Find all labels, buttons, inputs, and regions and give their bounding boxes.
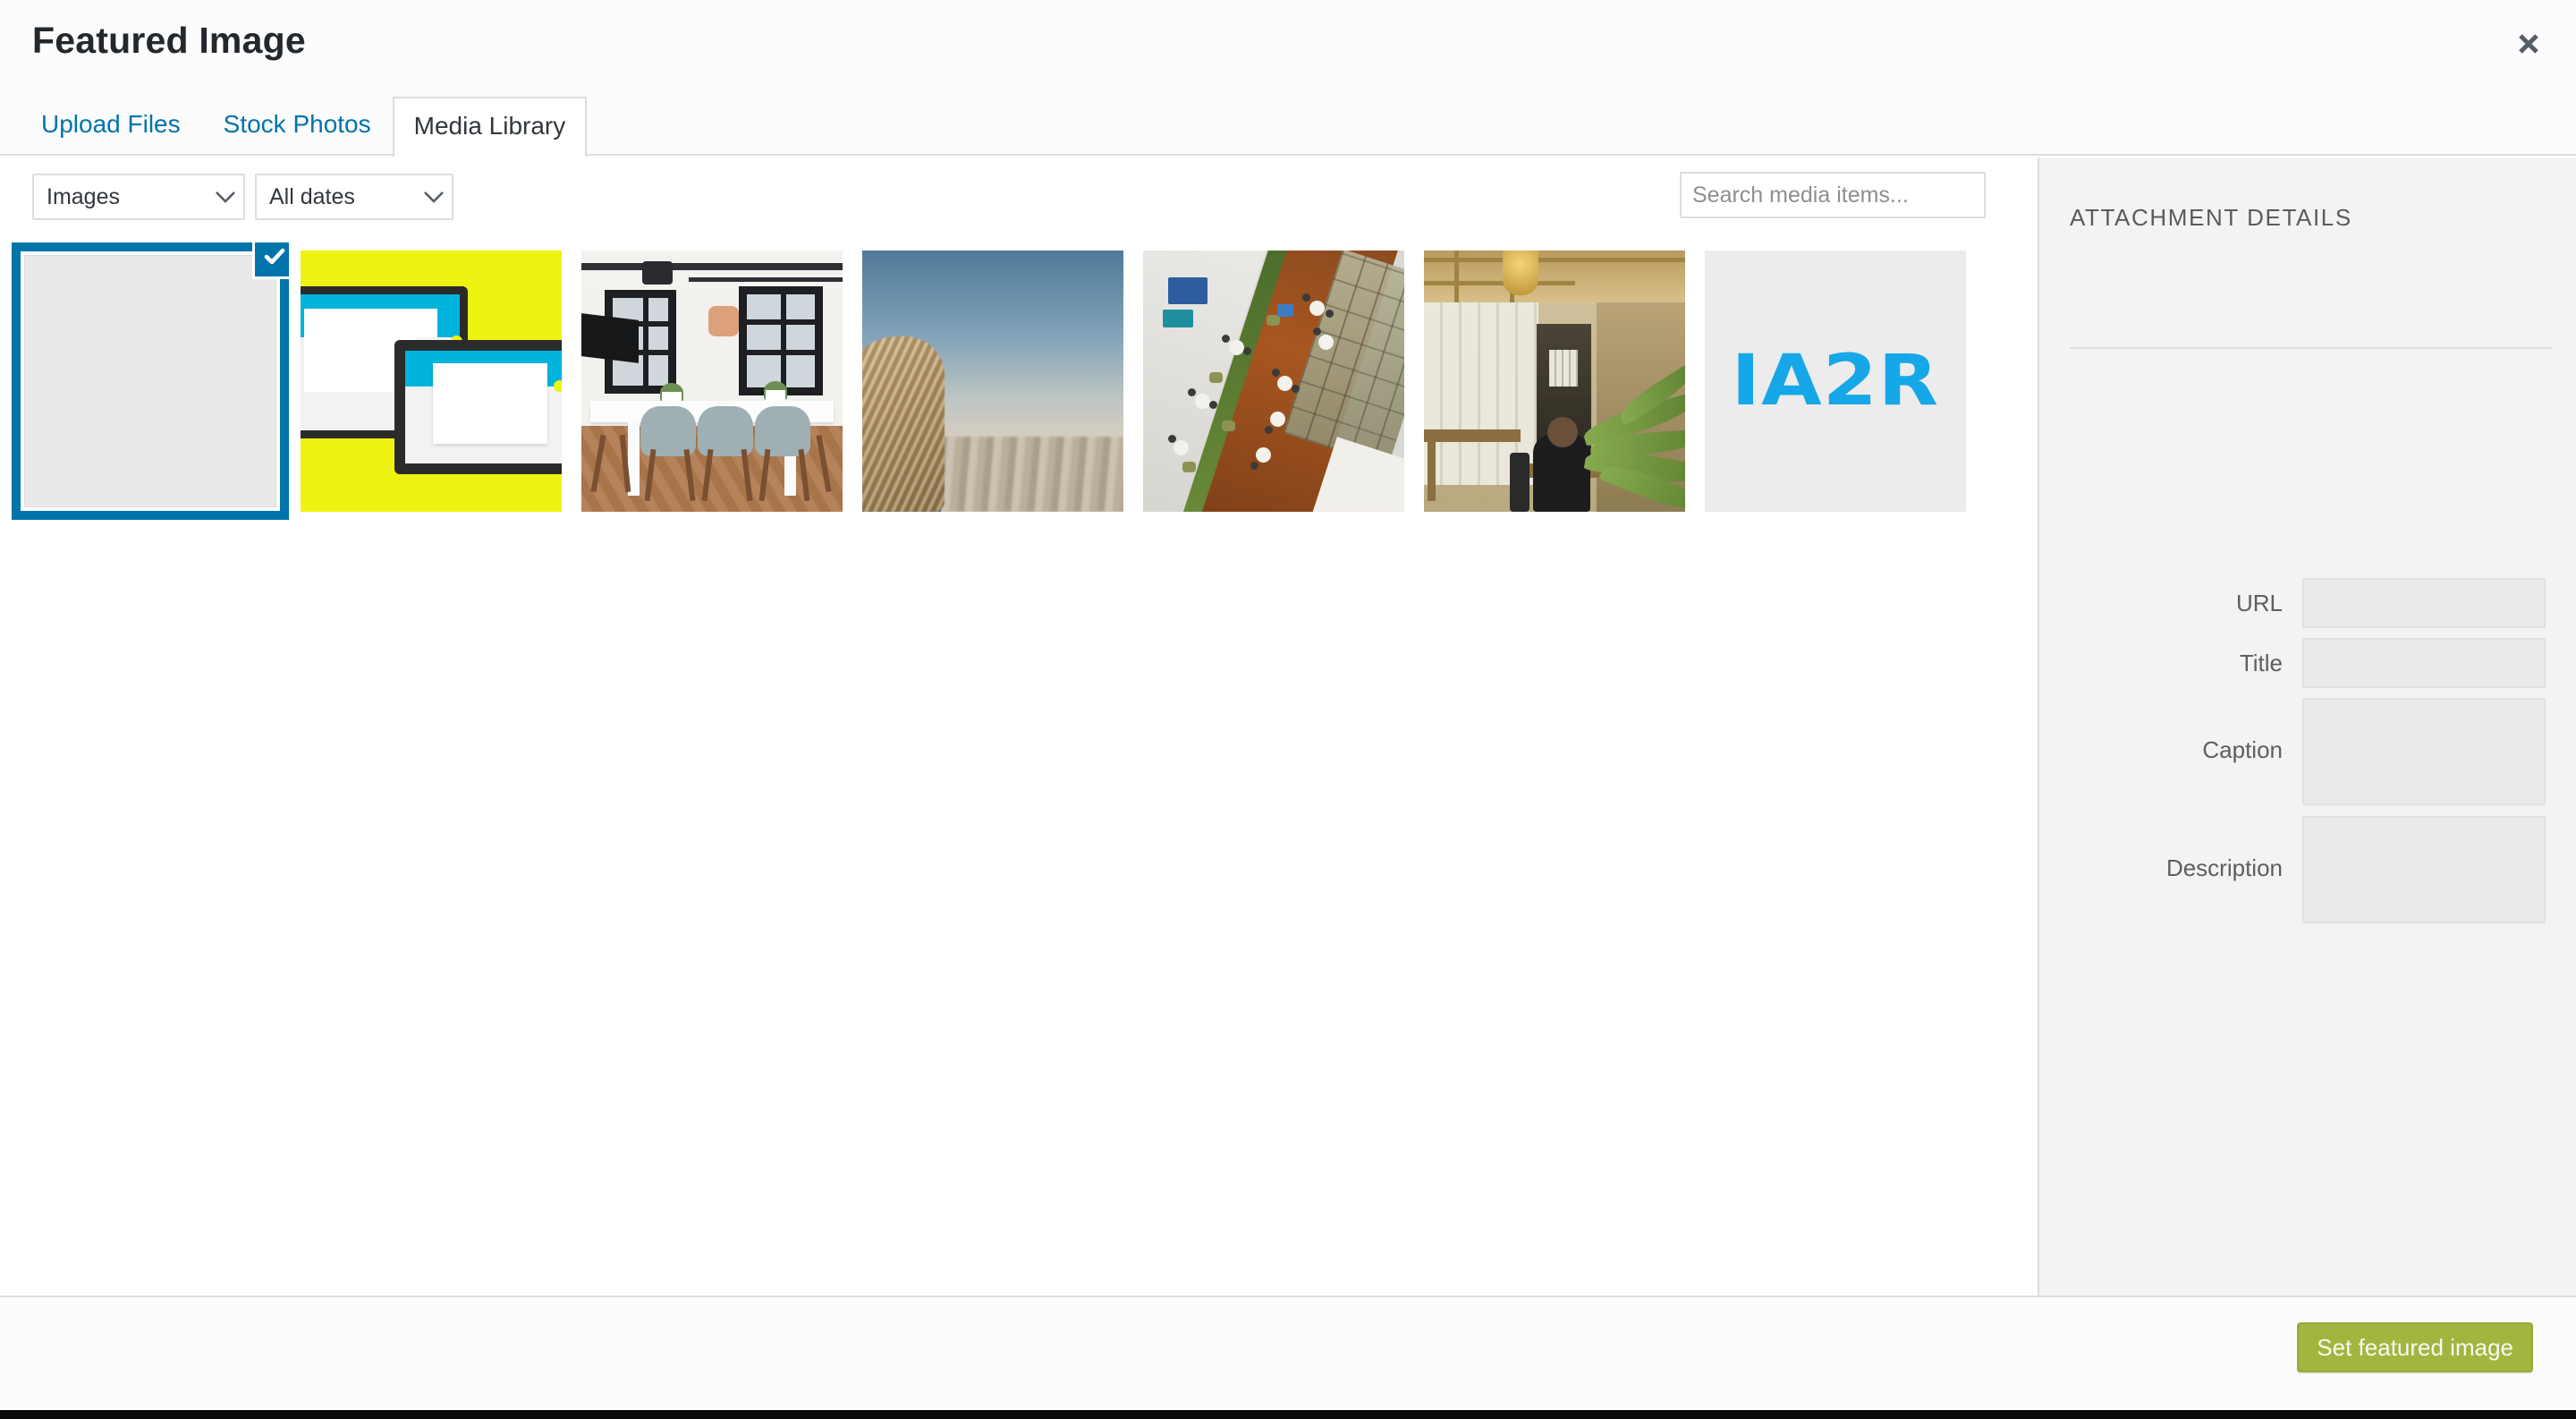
url-field[interactable] xyxy=(2302,578,2546,628)
aerial-atrium-image xyxy=(1143,251,1404,512)
date-filter-value: All dates xyxy=(269,183,355,209)
logo-text: IA2R xyxy=(1731,341,1940,421)
attachment-item-3[interactable] xyxy=(581,251,843,512)
devices-image xyxy=(301,251,562,512)
attachments-grid: IA2R xyxy=(12,242,2023,520)
description-label: Description xyxy=(2165,854,2283,881)
attachment-thumbnail xyxy=(581,251,843,512)
close-x-glyph xyxy=(2519,34,2538,54)
attachment-thumbnail xyxy=(1424,251,1685,512)
tab-media-library[interactable]: Media Library xyxy=(392,97,588,157)
caption-field-row: Caption xyxy=(2039,698,2576,805)
description-field-row: Description xyxy=(2039,816,2576,923)
media-content-area: Images All dates Search media items... I… xyxy=(0,157,2038,1296)
media-type-filter[interactable]: Images xyxy=(32,174,245,220)
attachment-item-2[interactable] xyxy=(301,251,562,512)
attachment-item-4[interactable] xyxy=(862,251,1123,512)
attachment-item-5[interactable] xyxy=(1143,251,1404,512)
landscape-portrait-image xyxy=(862,251,1123,512)
attachment-details-panel: ATTACHMENT DETAILS URL Title Caption Des… xyxy=(2038,157,2576,1296)
date-filter[interactable]: All dates xyxy=(255,174,453,220)
search-input[interactable] xyxy=(1680,172,1986,218)
caption-label: Caption xyxy=(2202,736,2283,763)
attachment-item-7[interactable]: IA2R xyxy=(1705,251,1966,512)
close-icon[interactable] xyxy=(2501,16,2556,72)
placeholder-image xyxy=(25,256,275,506)
modal-tabs: Upload Files Stock Photos Media Library xyxy=(20,89,588,157)
bottom-edge-strip xyxy=(0,1410,2576,1419)
tab-upload-files[interactable]: Upload Files xyxy=(20,95,202,156)
library-workspace-image xyxy=(1424,251,1685,512)
attachment-details-heading: ATTACHMENT DETAILS xyxy=(2070,204,2352,231)
attachment-thumbnail xyxy=(24,255,276,507)
caption-field[interactable] xyxy=(2302,698,2546,805)
featured-image-modal: Featured Image Upload Files Stock Photos… xyxy=(0,0,2576,1419)
modal-header: Featured Image xyxy=(0,0,2576,89)
modal-footer: Set featured image xyxy=(0,1296,2576,1412)
meeting-room-image xyxy=(581,251,843,512)
selected-check-icon[interactable] xyxy=(252,242,289,279)
chevron-down-icon xyxy=(208,191,243,203)
media-type-filter-value: Images xyxy=(47,183,120,209)
description-field[interactable] xyxy=(2302,816,2546,923)
attachment-thumbnail xyxy=(301,251,562,512)
url-field-row: URL xyxy=(2039,578,2576,628)
attachment-thumbnail: IA2R xyxy=(1705,251,1966,512)
divider xyxy=(2070,347,2553,349)
attachment-thumbnail xyxy=(862,251,1123,512)
media-toolbar: Images All dates xyxy=(0,157,2038,234)
title-label: Title xyxy=(2239,650,2283,676)
title-field[interactable] xyxy=(2302,638,2546,688)
modal-tabs-bar: Upload Files Stock Photos Media Library xyxy=(0,89,2576,157)
attachment-thumbnail xyxy=(1143,251,1404,512)
page-title: Featured Image xyxy=(32,20,306,61)
brand-logo-image: IA2R xyxy=(1705,251,1966,512)
attachment-item-6[interactable] xyxy=(1424,251,1685,512)
url-label: URL xyxy=(2235,590,2283,616)
chevron-down-icon xyxy=(416,191,452,203)
attachment-item-1[interactable] xyxy=(12,242,289,520)
set-featured-image-button[interactable]: Set featured image xyxy=(2297,1322,2533,1372)
title-field-row: Title xyxy=(2039,638,2576,688)
tab-stock-photos[interactable]: Stock Photos xyxy=(202,95,393,156)
